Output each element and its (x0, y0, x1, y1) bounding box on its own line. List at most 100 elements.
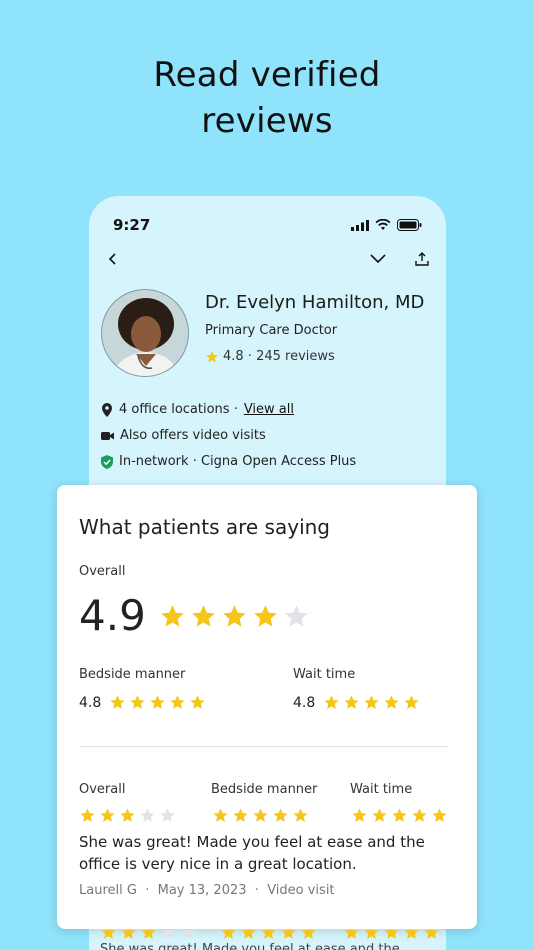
review-visit-type: Video visit (267, 883, 335, 898)
review-date: May 13, 2023 (157, 883, 247, 898)
locations-row: 4 office locations · View all (101, 402, 294, 417)
chevron-down-icon[interactable] (368, 251, 388, 267)
star-filled-icon (192, 605, 215, 627)
back-icon[interactable] (105, 251, 121, 267)
next-review-peek: She was great! Made you feel at ease and… (100, 930, 440, 950)
bedside-label: Bedside manner (79, 667, 186, 682)
overall-label: Overall (79, 564, 126, 579)
wait-value: 4.8 (293, 694, 316, 711)
star-filled-icon (130, 695, 145, 709)
network-text: In-network · Cigna Open Access Plus (119, 454, 357, 469)
star-filled-icon (384, 930, 399, 939)
doctor-rating-text: 4.8 · 245 reviews (223, 349, 335, 364)
star-filled-icon (392, 808, 407, 822)
star-filled-icon (223, 605, 246, 627)
review-meta-separator: · (141, 883, 158, 898)
star-filled-icon (221, 930, 236, 939)
review-wait-stars (351, 807, 448, 824)
locations-text: 4 office locations · (119, 402, 238, 417)
star-filled-icon (404, 695, 419, 709)
star-empty-icon (181, 930, 196, 939)
headline-line-1: Read verified (153, 55, 381, 95)
star-empty-icon (140, 808, 155, 822)
star-filled-icon (170, 695, 185, 709)
star-empty-icon (285, 605, 308, 627)
star-empty-icon (161, 930, 176, 939)
shield-check-icon (101, 454, 113, 469)
star-filled-icon (372, 808, 387, 822)
star-filled-icon (364, 695, 379, 709)
star-filled-icon (281, 930, 296, 939)
star-filled-icon (293, 808, 308, 822)
wait-rating: 4.8 (293, 694, 420, 711)
video-text: Also offers video visits (120, 428, 266, 443)
review-meta-separator: · (250, 883, 268, 898)
star-filled-icon (412, 808, 427, 822)
video-row: Also offers video visits (101, 428, 266, 443)
doctor-specialty: Primary Care Doctor (205, 323, 338, 338)
video-camera-icon (101, 431, 114, 440)
doctor-name: Dr. Evelyn Hamilton, MD (205, 292, 425, 313)
review-bedside-stars (212, 807, 309, 824)
star-filled-icon (161, 605, 184, 627)
star-filled-icon (301, 930, 316, 939)
star-filled-icon (432, 808, 447, 822)
bedside-stars (109, 694, 206, 711)
view-all-link[interactable]: View all (244, 402, 294, 417)
wait-stars (323, 694, 420, 711)
battery-icon (397, 219, 422, 231)
star-filled-icon (150, 695, 165, 709)
review-bedside-label: Bedside manner (211, 782, 318, 797)
star-filled-icon (424, 930, 439, 939)
star-filled-icon (324, 695, 339, 709)
star-filled-icon (352, 808, 367, 822)
overall-score: 4.9 (79, 591, 146, 640)
star-filled-icon (344, 695, 359, 709)
bedside-rating: 4.8 (79, 694, 206, 711)
bedside-value: 4.8 (79, 694, 102, 711)
divider (79, 746, 449, 747)
star-filled-icon (141, 930, 156, 939)
reviews-title: What patients are saying (79, 515, 330, 539)
star-filled-icon (120, 808, 135, 822)
review-author: Laurell G (79, 883, 137, 898)
star-filled-icon (344, 930, 359, 939)
star-filled-icon (254, 605, 277, 627)
star-filled-icon (101, 930, 116, 939)
review-meta: Laurell G · May 13, 2023 · Video visit (79, 883, 335, 898)
star-filled-icon (253, 808, 268, 822)
review-text: She was great! Made you feel at ease and… (79, 833, 425, 873)
signal-icon (351, 219, 369, 231)
star-filled-icon (100, 808, 115, 822)
share-icon[interactable] (414, 251, 430, 267)
review-overall-stars (79, 807, 176, 824)
peek-overall-stars (100, 930, 197, 941)
star-filled-icon (121, 930, 136, 939)
star-filled-icon (261, 930, 276, 939)
doctor-photo (102, 290, 188, 376)
star-filled-icon (241, 930, 256, 939)
star-filled-icon (273, 808, 288, 822)
star-filled-icon (213, 808, 228, 822)
star-filled-icon (404, 930, 419, 939)
star-filled-icon (80, 808, 95, 822)
doctor-rating: 4.8 · 245 reviews (205, 349, 335, 364)
peek-wait-stars (343, 930, 440, 941)
star-icon (206, 350, 218, 362)
network-row: In-network · Cigna Open Access Plus (101, 454, 356, 469)
peek-bedside-stars (220, 930, 317, 941)
reviews-card: What patients are saying Overall 4.9 Bed… (57, 485, 477, 929)
wait-label: Wait time (293, 667, 356, 682)
review-overall-label: Overall (79, 782, 126, 797)
review-wait-label: Wait time (350, 782, 413, 797)
star-filled-icon (233, 808, 248, 822)
location-pin-icon (102, 402, 112, 417)
doctor-avatar (101, 289, 189, 377)
star-filled-icon (384, 695, 399, 709)
star-filled-icon (110, 695, 125, 709)
star-filled-icon (190, 695, 205, 709)
wifi-icon (375, 219, 391, 230)
status-bar: 9:27 (89, 216, 446, 236)
status-time: 9:27 (113, 216, 151, 234)
peek-review-text: She was great! Made you feel at ease and… (100, 942, 400, 950)
